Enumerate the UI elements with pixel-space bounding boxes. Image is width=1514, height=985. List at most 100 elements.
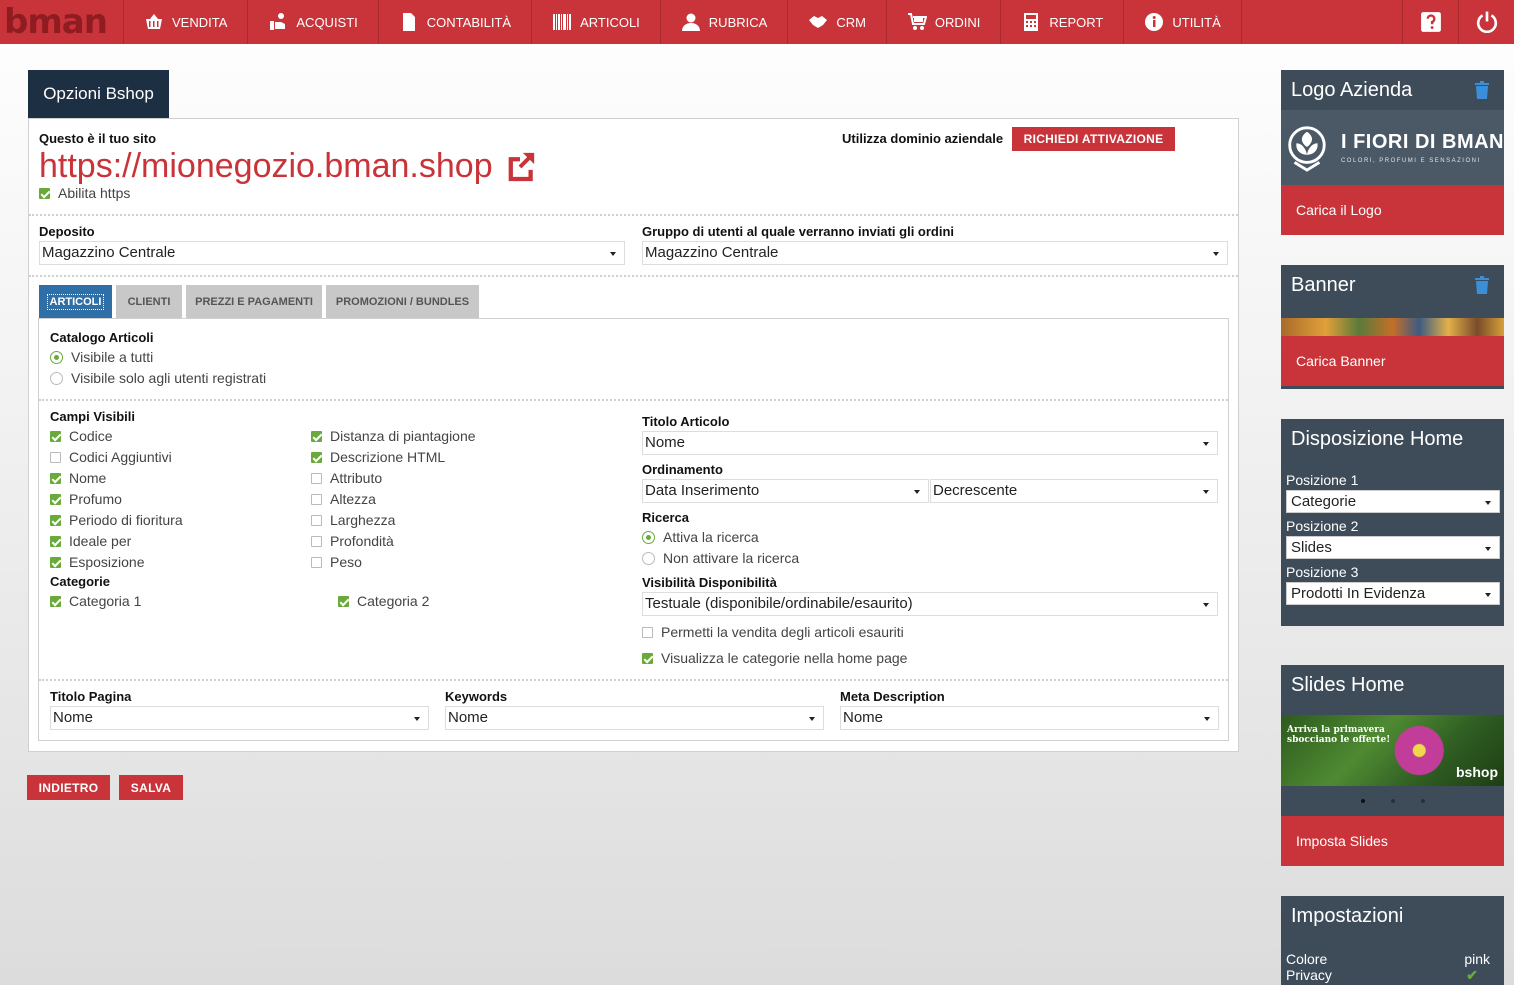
order-direction-select[interactable]: Decrescente: [930, 479, 1218, 503]
tab-promozioni-bundles[interactable]: PROMOZIONI / BUNDLES: [326, 285, 479, 318]
home-position-2-select[interactable]: Slides: [1286, 536, 1500, 559]
home-position-2-label: Posizione 2: [1286, 518, 1359, 534]
category-1[interactable]: Categoria 1: [50, 593, 141, 609]
banner-card: Banner Carica Banner: [1281, 265, 1504, 389]
tab-prezzi-pagamenti[interactable]: PREZZI E PAGAMENTI: [186, 285, 322, 318]
category-2-checkbox[interactable]: [338, 595, 349, 607]
field-descrizione-html[interactable]: Descrizione HTML: [311, 449, 445, 465]
settings-privacy-label: Privacy: [1286, 967, 1332, 983]
tab-articoli[interactable]: ARTICOLI: [39, 285, 112, 318]
field-codice[interactable]: Codice: [50, 428, 113, 444]
field-codici-aggiuntivi[interactable]: Codici Aggiuntivi: [50, 449, 172, 465]
upload-banner-button[interactable]: Carica Banner: [1281, 336, 1504, 386]
field-profumo[interactable]: Profumo: [50, 491, 122, 507]
page-title-select[interactable]: Nome: [50, 706, 429, 730]
field-codici-aggiuntivi-checkbox[interactable]: [50, 451, 61, 463]
field-descrizione-html-checkbox[interactable]: [311, 451, 322, 463]
show-categories-option[interactable]: Visualizza le categorie nella home page: [642, 650, 907, 666]
catalog-radio-all[interactable]: [50, 350, 63, 364]
field-ideale-per[interactable]: Ideale per: [50, 533, 131, 549]
rose-icon: [1288, 125, 1326, 172]
search-radio-enable[interactable]: [642, 530, 655, 544]
site-url-link[interactable]: https://mionegozio.bman.shop: [39, 147, 537, 186]
field-altezza-checkbox[interactable]: [311, 493, 322, 505]
field-profondita[interactable]: Profondità: [311, 533, 394, 549]
field-larghezza[interactable]: Larghezza: [311, 512, 395, 528]
nav-rubrica-label: RUBRICA: [708, 14, 768, 30]
setup-slides-button[interactable]: Imposta Slides: [1281, 816, 1504, 866]
keywords-label: Keywords: [445, 689, 508, 704]
meta-description-select[interactable]: Nome: [840, 706, 1219, 730]
upload-logo-button[interactable]: Carica il Logo: [1281, 185, 1504, 235]
field-esposizione-checkbox[interactable]: [50, 556, 61, 568]
field-profumo-label: Profumo: [69, 491, 122, 507]
nav-acquisti[interactable]: ACQUISTI: [248, 0, 379, 44]
field-peso-label: Peso: [330, 554, 362, 570]
search-option-disable-label: Non attivare la ricerca: [663, 550, 800, 566]
trash-icon[interactable]: [1474, 81, 1490, 99]
keywords-select[interactable]: Nome: [445, 706, 824, 730]
bman-logo[interactable]: bman: [0, 0, 124, 44]
show-categories-checkbox[interactable]: [642, 652, 653, 664]
slide-dot-1[interactable]: [1360, 799, 1365, 803]
field-attributo-checkbox[interactable]: [311, 472, 322, 484]
field-peso-checkbox[interactable]: [311, 556, 322, 568]
request-activation-button[interactable]: RICHIEDI ATTIVAZIONE: [1012, 127, 1175, 151]
field-distanza-piantagione[interactable]: Distanza di piantagione: [311, 428, 476, 444]
help-button[interactable]: [1402, 0, 1458, 44]
field-peso[interactable]: Peso: [311, 554, 362, 570]
article-title-select[interactable]: Nome: [642, 431, 1218, 455]
search-radio-disable[interactable]: [642, 551, 655, 565]
slide-caption-line2: sbocciano le offerte!: [1287, 735, 1391, 745]
tab-clienti[interactable]: CLIENTI: [116, 285, 182, 318]
field-profumo-checkbox[interactable]: [50, 493, 61, 505]
settings-color-value[interactable]: pink: [1464, 951, 1490, 967]
availability-select[interactable]: Testuale (disponibile/ordinabile/esaurit…: [642, 592, 1218, 616]
field-esposizione[interactable]: Esposizione: [50, 554, 145, 570]
search-option-enable[interactable]: Attiva la ricerca: [642, 529, 759, 545]
field-nome[interactable]: Nome: [50, 470, 106, 486]
back-button[interactable]: INDIETRO: [27, 775, 110, 800]
field-attributo[interactable]: Attributo: [311, 470, 382, 486]
group-select[interactable]: Magazzino Centrale: [642, 241, 1228, 265]
save-button[interactable]: SALVA: [119, 775, 183, 800]
field-profondita-checkbox[interactable]: [311, 535, 322, 547]
nav-rubrica[interactable]: RUBRICA: [661, 0, 789, 44]
logout-button[interactable]: [1458, 0, 1514, 44]
nav-vendita[interactable]: VENDITA: [124, 0, 249, 44]
home-position-3-select[interactable]: Prodotti In Evidenza: [1286, 582, 1500, 605]
slide-dot-2[interactable]: [1390, 799, 1395, 803]
field-ideale-per-checkbox[interactable]: [50, 535, 61, 547]
https-option[interactable]: Abilita https: [39, 185, 130, 201]
https-checkbox[interactable]: [39, 187, 50, 199]
nav-report[interactable]: REPORT: [1001, 0, 1125, 44]
field-larghezza-checkbox[interactable]: [311, 514, 322, 526]
search-option-disable[interactable]: Non attivare la ricerca: [642, 550, 799, 566]
nav-utilita[interactable]: UTILITÀ: [1124, 0, 1242, 44]
deposit-select[interactable]: Magazzino Centrale: [39, 241, 625, 265]
field-periodo-fioritura[interactable]: Periodo di fioritura: [50, 512, 183, 528]
field-codice-checkbox[interactable]: [50, 430, 61, 442]
catalog-option-registered[interactable]: Visibile solo agli utenti registrati: [50, 370, 266, 386]
field-distanza-piantagione-checkbox[interactable]: [311, 430, 322, 442]
field-altezza[interactable]: Altezza: [311, 491, 376, 507]
order-field-select[interactable]: Data Inserimento: [642, 479, 929, 503]
settings-privacy-check-icon[interactable]: ✔: [1466, 967, 1478, 984]
nav-contabilita[interactable]: CONTABILITÀ: [379, 0, 533, 44]
external-link-icon[interactable]: [503, 150, 537, 184]
trash-icon[interactable]: [1474, 276, 1490, 294]
nav-ordini[interactable]: ORDINI: [887, 0, 1002, 44]
nav-crm[interactable]: CRM: [788, 0, 887, 44]
field-nome-checkbox[interactable]: [50, 472, 61, 484]
slide-dot-3[interactable]: [1420, 799, 1425, 803]
sell-out-checkbox[interactable]: [642, 626, 653, 638]
sell-out-option[interactable]: Permetti la vendita degli articoli esaur…: [642, 624, 904, 640]
nav-articoli[interactable]: ARTICOLI: [532, 0, 661, 44]
category-1-checkbox[interactable]: [50, 595, 61, 607]
catalog-radio-registered[interactable]: [50, 371, 63, 385]
articoli-tab-content: Catalogo Articoli Visibile a tutti Visib…: [38, 318, 1229, 741]
catalog-option-all[interactable]: Visibile a tutti: [50, 349, 153, 365]
category-2[interactable]: Categoria 2: [338, 593, 429, 609]
home-position-1-select[interactable]: Categorie: [1286, 490, 1500, 513]
field-periodo-fioritura-checkbox[interactable]: [50, 514, 61, 526]
